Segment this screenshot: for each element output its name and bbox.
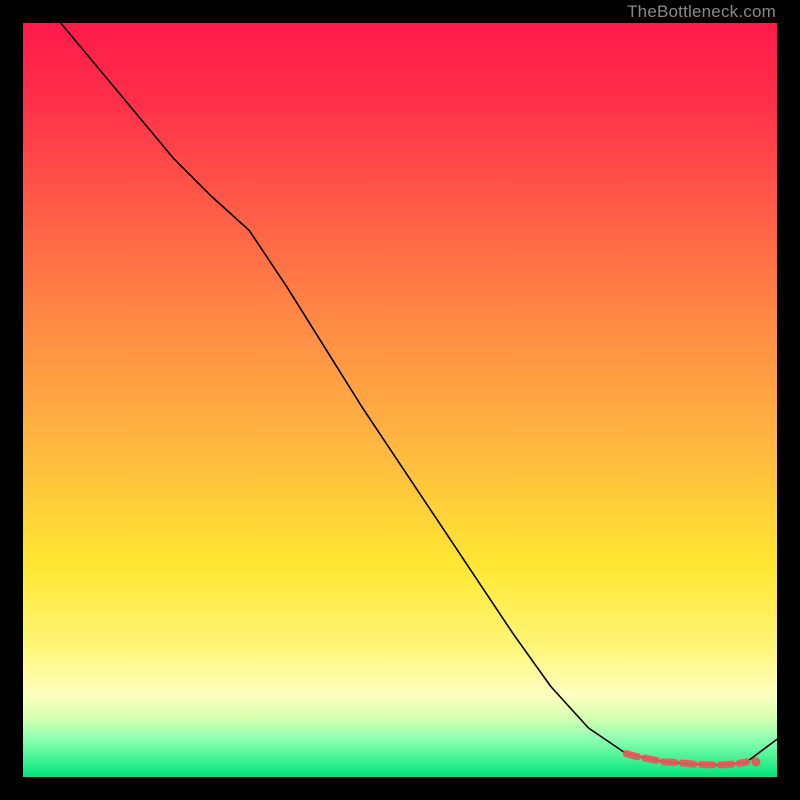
bottleneck-curve bbox=[61, 23, 777, 765]
highlight-end-dot bbox=[752, 758, 760, 766]
attribution-label: TheBottleneck.com bbox=[627, 2, 776, 22]
plot-area bbox=[23, 23, 777, 777]
chart-svg bbox=[23, 23, 777, 777]
chart-stage: TheBottleneck.com bbox=[0, 0, 800, 800]
curve-layer bbox=[61, 23, 777, 765]
highlight-stroke bbox=[626, 754, 747, 765]
markers-layer bbox=[626, 754, 760, 767]
